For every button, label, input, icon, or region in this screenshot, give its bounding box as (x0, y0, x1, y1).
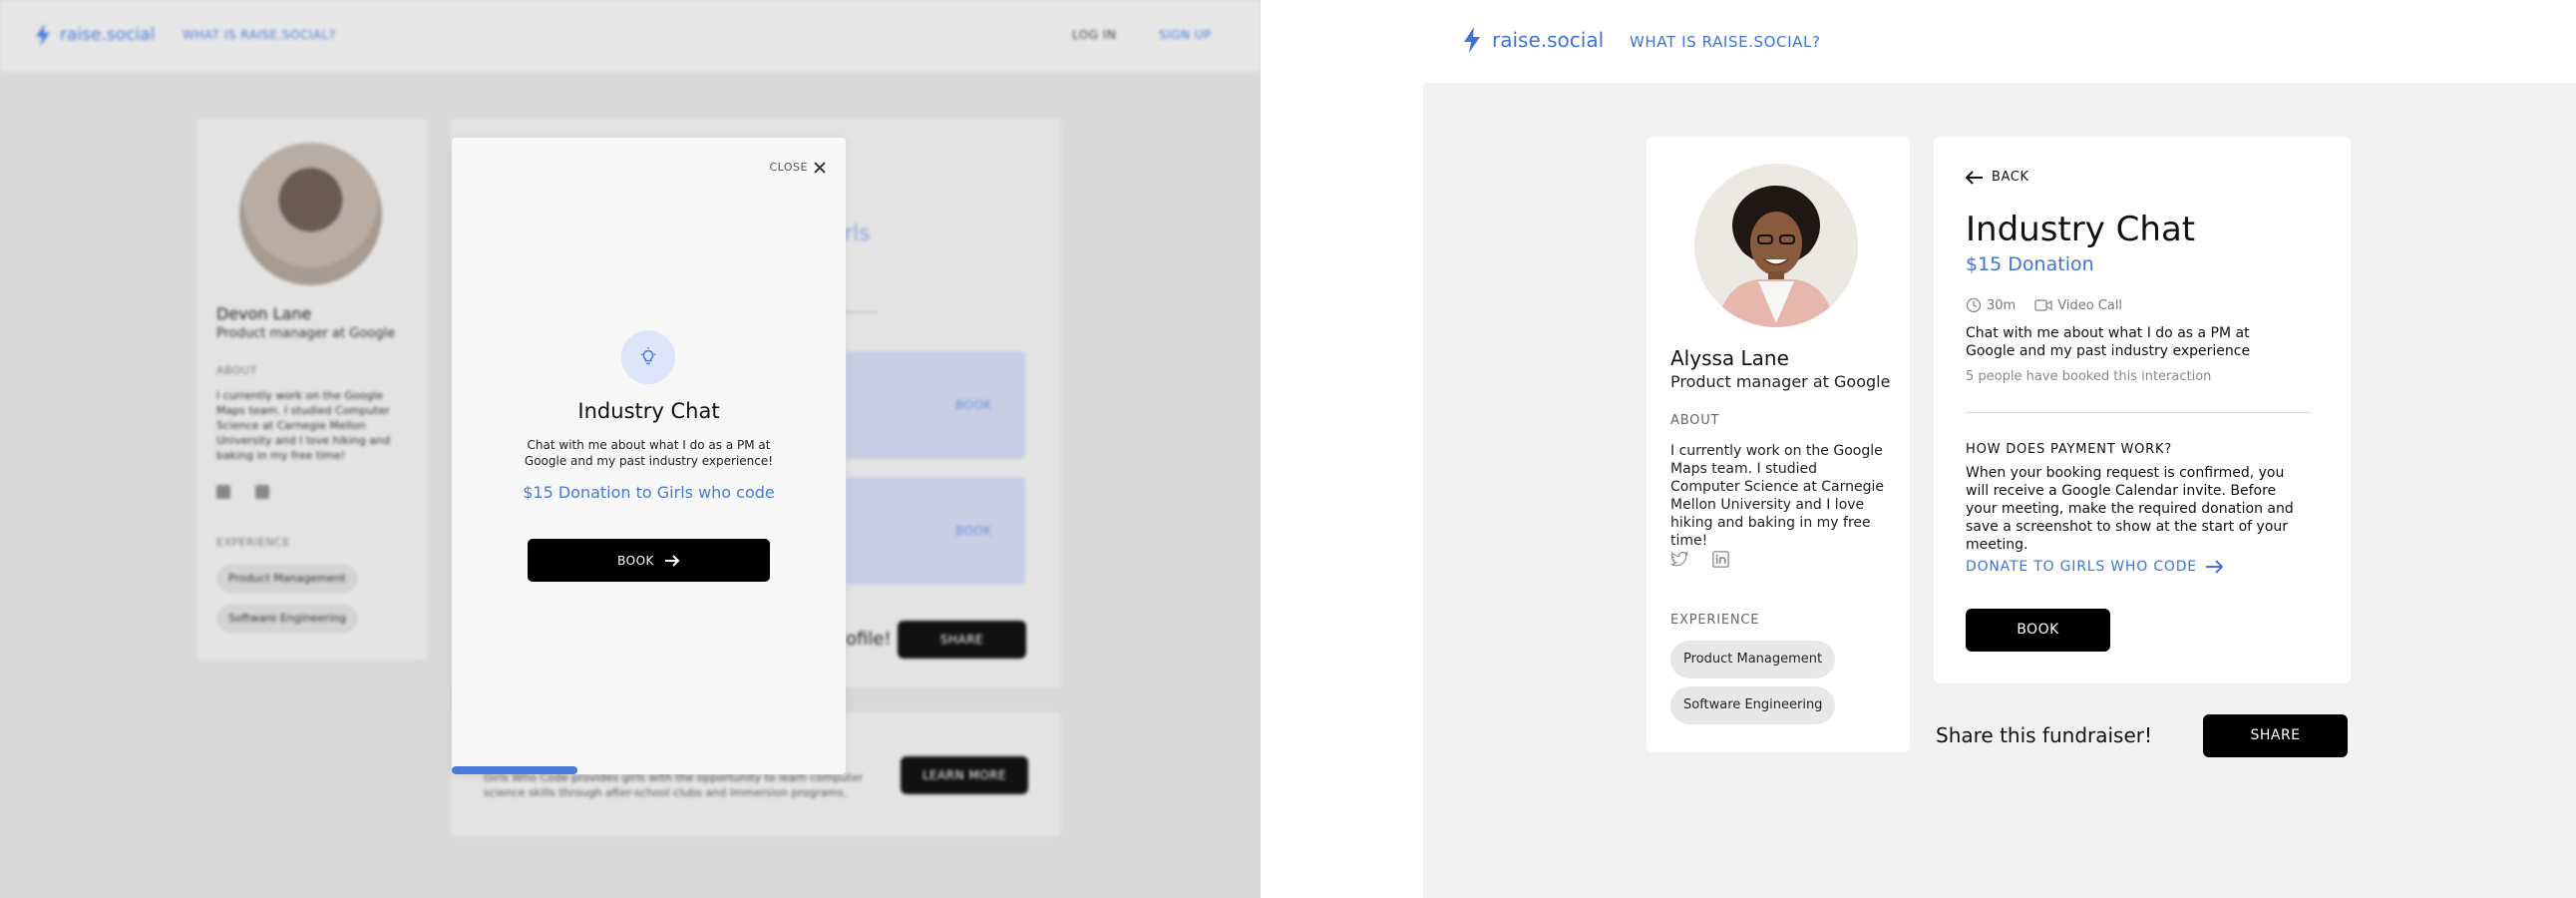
close-icon (814, 162, 826, 174)
lightning-icon (1464, 27, 1480, 53)
modal-title: Industry Chat (577, 399, 720, 423)
share-button[interactable]: SHARE (898, 621, 1026, 659)
page-background (1423, 0, 2576, 898)
logo[interactable]: raise.social (1462, 27, 1604, 53)
twitter-icon[interactable] (216, 485, 230, 499)
logo[interactable]: raise.social (34, 24, 155, 46)
arrow-right-icon (2205, 560, 2223, 574)
twitter-icon[interactable] (1670, 552, 1688, 568)
share-text: ofile! (846, 629, 892, 650)
modal-book-button[interactable]: BOOK (528, 539, 770, 582)
arrow-right-icon (664, 554, 680, 567)
left-gutter (1261, 0, 1423, 898)
linkedin-icon[interactable] (255, 485, 269, 499)
arrow-left-icon (1966, 170, 1983, 185)
about-heading: ABOUT (216, 364, 257, 377)
slot-book-link[interactable]: BOOK (955, 398, 992, 412)
back-label: BACK (1992, 170, 2029, 185)
progress-fill (452, 766, 578, 774)
mobile-view: raise.social WHAT IS RAISE.SOCIAL? LOG I… (0, 0, 1261, 898)
nav-signup[interactable]: SIGN UP (1159, 28, 1212, 42)
modal-donation: $15 Donation to Girls who code (523, 483, 775, 502)
about-text: I currently work on the Google Maps team… (216, 389, 391, 462)
lightning-icon (36, 24, 50, 46)
linkedin-icon[interactable] (1712, 551, 1729, 568)
donate-link[interactable]: DONATE TO GIRLS WHO CODE (1966, 559, 2223, 575)
interaction-slot[interactable] (846, 477, 1025, 585)
logo-text: raise.social (1492, 28, 1605, 52)
back-button[interactable]: BACK (1966, 170, 2029, 185)
profile-title: Product manager at Google (216, 326, 396, 341)
book-label: BOOK (617, 553, 654, 568)
learn-more-button[interactable]: LEARN MORE (901, 756, 1028, 794)
logo-text: raise.social (60, 25, 156, 45)
nav-what-is[interactable]: WHAT IS RAISE.SOCIAL? (1630, 33, 1821, 51)
book-button[interactable]: BOOK (1966, 609, 2110, 652)
nav-login[interactable]: LOG IN (1072, 28, 1116, 42)
modal-description: Chat with me about what I do as a PM at … (524, 438, 774, 468)
lightbulb-icon (640, 346, 656, 365)
desktop-view (1261, 0, 2576, 898)
profile-name: Devon Lane (216, 304, 312, 323)
donate-link-label: DONATE TO GIRLS WHO CODE (1966, 559, 2197, 575)
avatar (239, 143, 382, 285)
experience-pill: Software Engineering (216, 605, 358, 633)
learn-text: Girls Who Code provides girls with the o… (484, 771, 864, 799)
slot-book-link[interactable]: BOOK (955, 524, 992, 538)
share-button[interactable]: SHARE (2203, 714, 2348, 757)
experience-pill: Product Management (216, 565, 358, 593)
booking-modal: CLOSE Industry Chat Chat with me about w… (452, 138, 846, 774)
experience-heading: EXPERIENCE (216, 536, 290, 549)
progress-bar (452, 766, 846, 774)
close-label: CLOSE (769, 161, 808, 174)
close-button[interactable]: CLOSE (769, 161, 826, 174)
lightbulb-badge (621, 330, 675, 384)
screenshot-root: raise.social WHAT IS RAISE.SOCIAL? LOG I… (0, 0, 2576, 898)
nav-what-is[interactable]: WHAT IS RAISE.SOCIAL? (183, 28, 336, 42)
interaction-slot[interactable] (846, 351, 1025, 459)
